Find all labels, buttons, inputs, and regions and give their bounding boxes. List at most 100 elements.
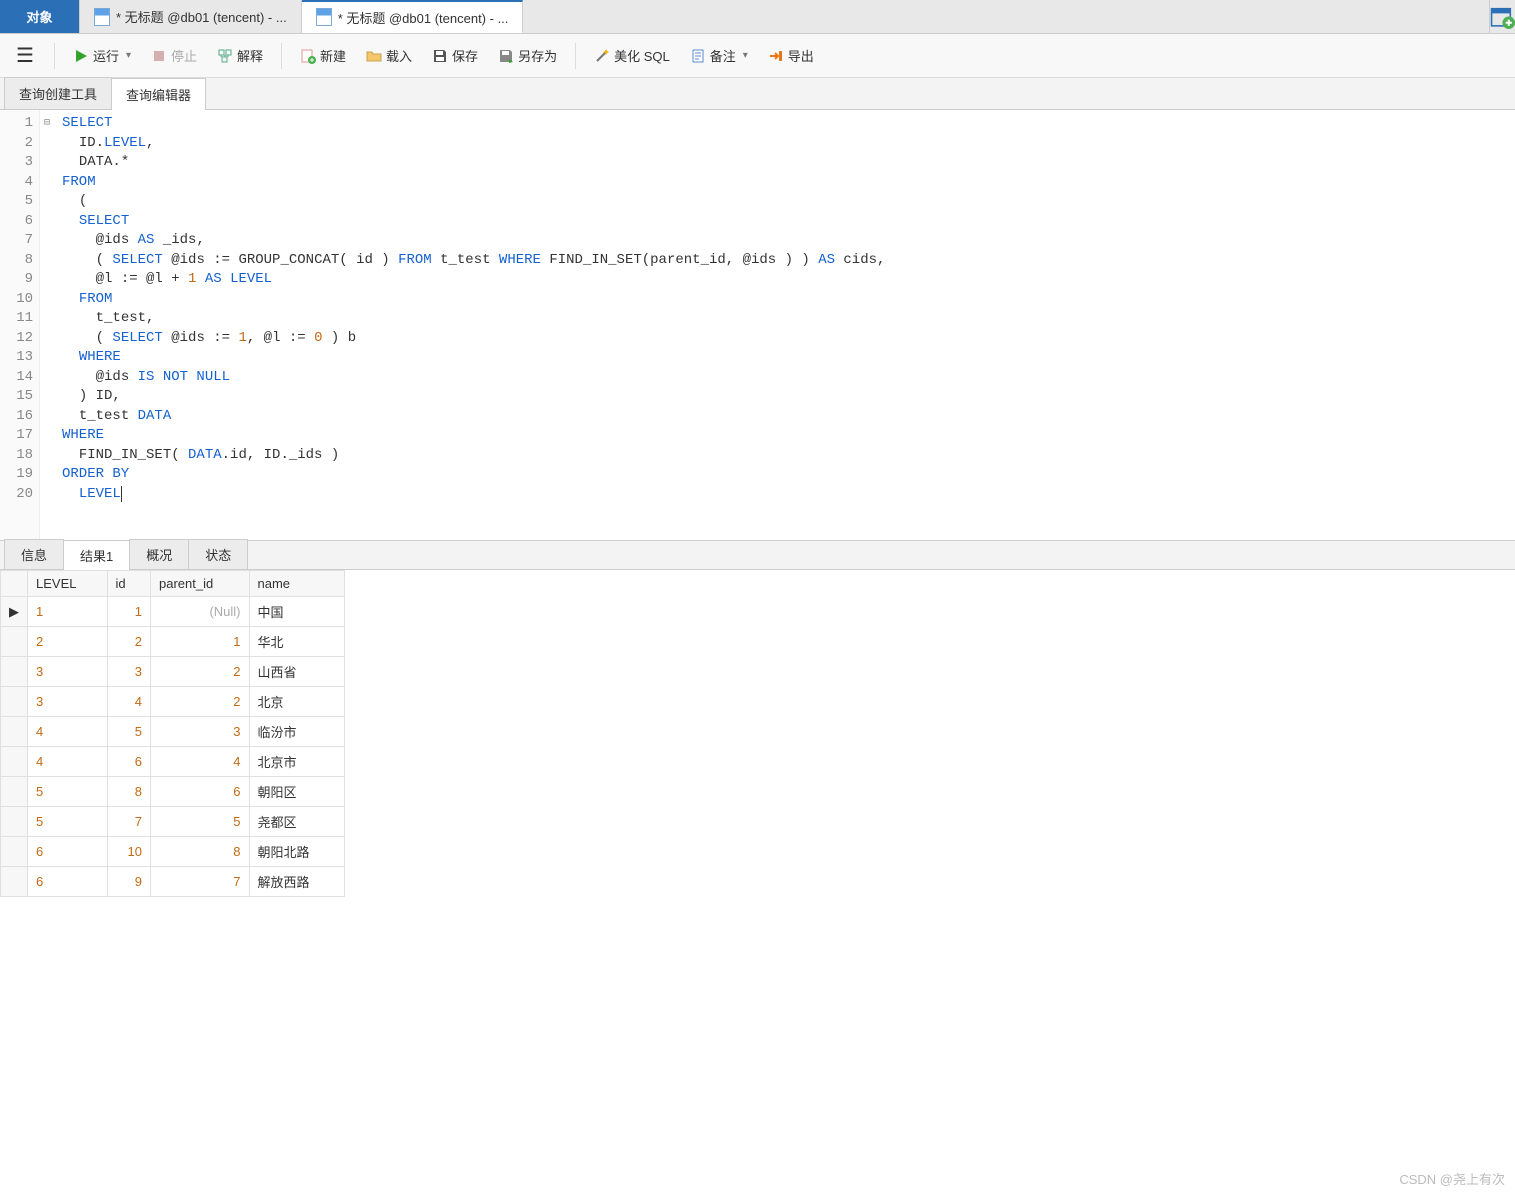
cell-LEVEL[interactable]: 6 — [28, 867, 108, 897]
notes-icon — [690, 48, 706, 64]
document-tab-1[interactable]: * 无标题 @db01 (tencent) - ... — [302, 0, 524, 33]
cell-id[interactable]: 8 — [107, 777, 151, 807]
cell-name[interactable]: 中国 — [249, 597, 344, 627]
column-header-id[interactable]: id — [107, 571, 151, 597]
stop-button[interactable]: 停止 — [143, 42, 205, 69]
table-row[interactable]: ▶11(Null)中国 — [1, 597, 345, 627]
table-row[interactable]: 221华北 — [1, 627, 345, 657]
beautify-button[interactable]: 美化 SQL — [586, 42, 678, 69]
cell-name[interactable]: 朝阳区 — [249, 777, 344, 807]
beautify-label: 美化 SQL — [614, 46, 670, 65]
export-label: 导出 — [788, 46, 814, 65]
cell-name[interactable]: 北京市 — [249, 747, 344, 777]
cell-parent_id[interactable]: 7 — [151, 867, 250, 897]
cell-LEVEL[interactable]: 3 — [28, 687, 108, 717]
cell-id[interactable]: 5 — [107, 717, 151, 747]
cell-LEVEL[interactable]: 2 — [28, 627, 108, 657]
table-row[interactable]: 575尧都区 — [1, 807, 345, 837]
table-row[interactable]: 453临汾市 — [1, 717, 345, 747]
load-button[interactable]: 载入 — [358, 42, 420, 69]
cell-parent_id[interactable]: 6 — [151, 777, 250, 807]
export-icon — [768, 48, 784, 64]
table-row[interactable]: 6108朝阳北路 — [1, 837, 345, 867]
result-grid-wrap[interactable]: LEVELidparent_idname▶11(Null)中国221华北332山… — [0, 570, 1515, 1194]
cell-id[interactable]: 4 — [107, 687, 151, 717]
cell-id[interactable]: 7 — [107, 807, 151, 837]
menu-button[interactable]: ☰ — [6, 39, 44, 72]
notes-button[interactable]: 备注 — [682, 42, 756, 69]
table-row[interactable]: 342北京 — [1, 687, 345, 717]
export-button[interactable]: 导出 — [760, 42, 822, 69]
cell-parent_id[interactable]: 4 — [151, 747, 250, 777]
play-icon — [73, 48, 89, 64]
cell-parent_id[interactable]: 3 — [151, 717, 250, 747]
document-tab-strip: 对象 * 无标题 @db01 (tencent) - ... * 无标题 @db0… — [0, 0, 1515, 34]
cell-LEVEL[interactable]: 1 — [28, 597, 108, 627]
cell-parent_id[interactable]: 1 — [151, 627, 250, 657]
cell-name[interactable]: 华北 — [249, 627, 344, 657]
tab-result-profile[interactable]: 概况 — [129, 539, 189, 569]
watermark: CSDN @尧上有次 — [1399, 1169, 1505, 1188]
result-grid[interactable]: LEVELidparent_idname▶11(Null)中国221华北332山… — [0, 570, 345, 897]
new-file-icon — [300, 48, 316, 64]
load-label: 载入 — [386, 46, 412, 65]
run-label: 运行 — [93, 46, 119, 65]
save-as-button[interactable]: 另存为 — [490, 42, 565, 69]
cell-LEVEL[interactable]: 6 — [28, 837, 108, 867]
cell-parent_id[interactable]: 8 — [151, 837, 250, 867]
table-row[interactable]: 586朝阳区 — [1, 777, 345, 807]
tab-result-1[interactable]: 结果1 — [63, 540, 130, 570]
cell-LEVEL[interactable]: 3 — [28, 657, 108, 687]
cell-id[interactable]: 6 — [107, 747, 151, 777]
column-header-name[interactable]: name — [249, 571, 344, 597]
tab-result-info[interactable]: 信息 — [4, 539, 64, 569]
save-as-label: 另存为 — [518, 46, 557, 65]
cell-parent_id[interactable]: 2 — [151, 657, 250, 687]
tab-query-editor[interactable]: 查询编辑器 — [111, 78, 206, 110]
cell-name[interactable]: 解放西路 — [249, 867, 344, 897]
cell-parent_id[interactable]: (Null) — [151, 597, 250, 627]
editor-sub-tabs: 查询创建工具 查询编辑器 — [0, 78, 1515, 110]
column-header-LEVEL[interactable]: LEVEL — [28, 571, 108, 597]
tab-objects[interactable]: 对象 — [0, 0, 80, 33]
sql-editor[interactable]: 1234567891011121314151617181920 ⊟ SELECT… — [0, 110, 1515, 540]
editor-fold-column: ⊟ — [40, 110, 54, 540]
new-button[interactable]: 新建 — [292, 42, 354, 69]
cell-name[interactable]: 临汾市 — [249, 717, 344, 747]
save-icon — [432, 48, 448, 64]
cell-id[interactable]: 2 — [107, 627, 151, 657]
cell-id[interactable]: 1 — [107, 597, 151, 627]
column-header-parent_id[interactable]: parent_id — [151, 571, 250, 597]
wand-icon — [594, 48, 610, 64]
cell-LEVEL[interactable]: 4 — [28, 717, 108, 747]
cell-parent_id[interactable]: 5 — [151, 807, 250, 837]
explain-button[interactable]: 解释 — [209, 42, 271, 69]
cell-LEVEL[interactable]: 5 — [28, 807, 108, 837]
cell-name[interactable]: 北京 — [249, 687, 344, 717]
cell-LEVEL[interactable]: 5 — [28, 777, 108, 807]
editor-gutter: 1234567891011121314151617181920 — [0, 110, 40, 540]
cell-name[interactable]: 山西省 — [249, 657, 344, 687]
cell-LEVEL[interactable]: 4 — [28, 747, 108, 777]
new-label: 新建 — [320, 46, 346, 65]
cell-id[interactable]: 3 — [107, 657, 151, 687]
save-button[interactable]: 保存 — [424, 42, 486, 69]
tab-query-builder[interactable]: 查询创建工具 — [4, 77, 112, 109]
table-row[interactable]: 332山西省 — [1, 657, 345, 687]
cell-id[interactable]: 10 — [107, 837, 151, 867]
cell-parent_id[interactable]: 2 — [151, 687, 250, 717]
run-button[interactable]: 运行 — [65, 42, 139, 69]
cell-name[interactable]: 朝阳北路 — [249, 837, 344, 867]
document-tab-0[interactable]: * 无标题 @db01 (tencent) - ... — [80, 0, 302, 33]
editor-code-area[interactable]: SELECT ID.LEVEL, DATA.*FROM ( SELECT @id… — [54, 110, 893, 540]
tab-result-status[interactable]: 状态 — [188, 539, 248, 569]
cell-id[interactable]: 9 — [107, 867, 151, 897]
cell-name[interactable]: 尧都区 — [249, 807, 344, 837]
explain-label: 解释 — [237, 46, 263, 65]
new-tab-button[interactable] — [1489, 0, 1515, 33]
table-row[interactable]: 697解放西路 — [1, 867, 345, 897]
table-row[interactable]: 464北京市 — [1, 747, 345, 777]
stop-label: 停止 — [171, 46, 197, 65]
document-tab-label: * 无标题 @db01 (tencent) - ... — [338, 8, 509, 27]
folder-open-icon — [366, 48, 382, 64]
